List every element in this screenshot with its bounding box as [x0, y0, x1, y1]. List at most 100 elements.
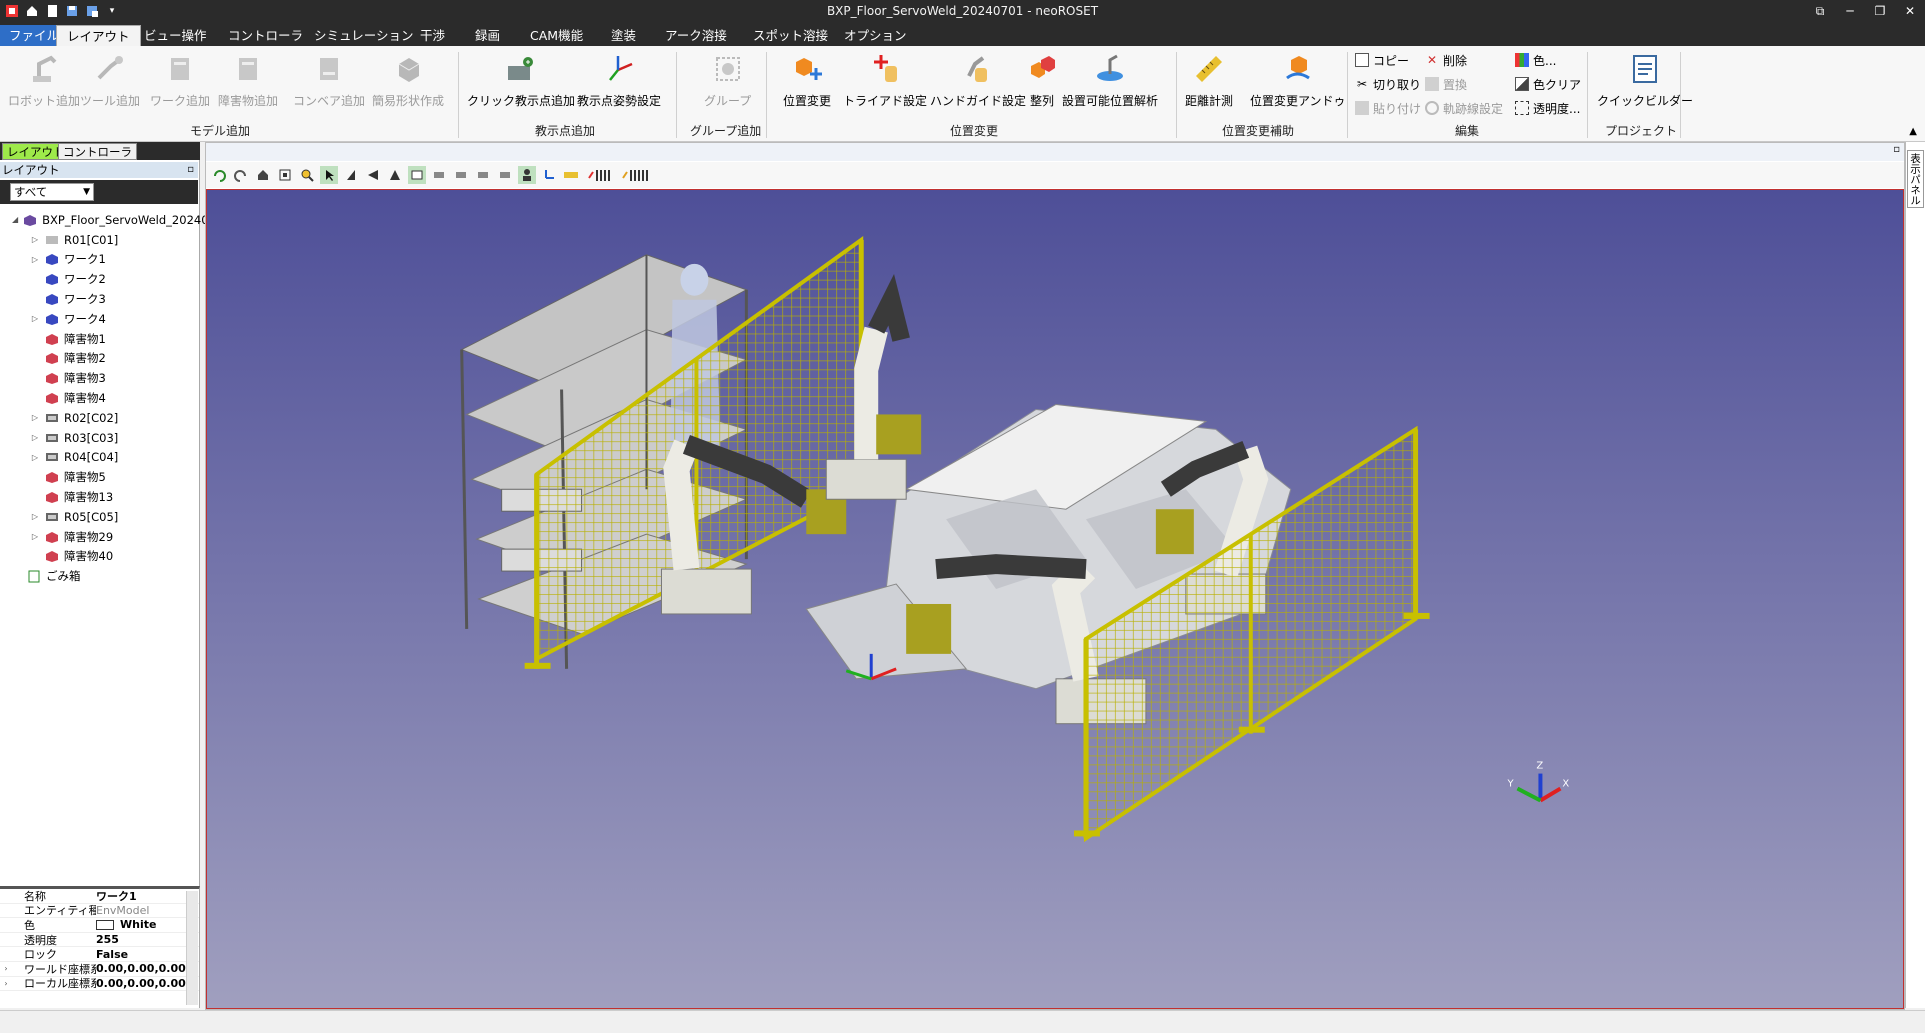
property-row[interactable]: 色 White: [0, 918, 199, 933]
cut-button[interactable]: ✂ 切り取り: [1355, 74, 1421, 94]
display-panel-tab[interactable]: 表示パネル: [1907, 150, 1924, 208]
tree-item[interactable]: ◢ BXP_Floor_ServoWeld_20240: [0, 210, 209, 230]
trajectory-line-button[interactable]: 軌跡線設定: [1425, 98, 1503, 118]
expand-arrow-icon[interactable]: ›: [0, 979, 12, 988]
teach-pose-set-button[interactable]: 教示点姿勢設定: [577, 50, 661, 116]
minimize-icon[interactable]: ─: [1835, 0, 1865, 22]
rotate-right-icon[interactable]: [232, 166, 250, 184]
expand-arrow-icon[interactable]: ▷: [30, 433, 40, 442]
position-change-button[interactable]: 位置変更: [783, 50, 831, 116]
maximize-icon[interactable]: ❐: [1865, 0, 1895, 22]
conveyor-add-button[interactable]: コンベア追加: [293, 50, 365, 116]
restore-ribbon-icon[interactable]: ⧉: [1805, 0, 1835, 22]
expand-arrow-icon[interactable]: ▷: [30, 255, 40, 264]
triad-setting-button[interactable]: トライアド設定: [843, 50, 927, 116]
tab-spot-welding[interactable]: スポット溶接: [743, 25, 838, 46]
property-row[interactable]: エンティティ種別EnvModel: [0, 904, 199, 919]
group-button[interactable]: グループ: [704, 50, 751, 116]
hand-guide-setting-button[interactable]: ハンドガイド設定: [930, 50, 1026, 116]
expand-arrow-icon[interactable]: ▷: [30, 453, 40, 462]
work-add-button[interactable]: ワーク追加: [150, 50, 210, 116]
viewport-pin-icon[interactable]: ▫: [1893, 144, 1900, 155]
close-icon[interactable]: ✕: [1895, 0, 1925, 22]
view-mode-1-icon[interactable]: [430, 166, 448, 184]
select-cursor-icon[interactable]: [320, 166, 338, 184]
tab-options[interactable]: オプション: [834, 25, 917, 46]
tree-item[interactable]: 障害物13: [0, 487, 198, 507]
camera-person-icon[interactable]: [518, 166, 536, 184]
view-mode-3-icon[interactable]: [474, 166, 492, 184]
tree-item[interactable]: ▷ R05[C05]: [0, 507, 198, 527]
tree-item[interactable]: 障害物3: [0, 368, 198, 388]
expand-arrow-icon[interactable]: ▷: [30, 512, 40, 521]
obstacle-add-button[interactable]: 障害物追加: [218, 50, 278, 116]
tree-item[interactable]: ▷ R02[C02]: [0, 408, 198, 428]
robot-add-button[interactable]: ロボット追加: [8, 50, 80, 116]
property-row[interactable]: › ワールド座標系 0.00,0.00,0.00,: [0, 962, 199, 977]
tree-item[interactable]: 障害物5: [0, 467, 198, 487]
expand-arrow-icon[interactable]: ◢: [12, 215, 18, 224]
replace-button[interactable]: 置換: [1425, 74, 1467, 94]
tree-item[interactable]: ▷ R03[C03]: [0, 428, 198, 448]
color-clear-button[interactable]: 色クリア: [1515, 74, 1581, 94]
placement-analysis-button[interactable]: 設置可能位置解析: [1062, 50, 1158, 116]
tab-arc-welding[interactable]: アーク溶接: [655, 25, 737, 46]
signal-bars-icon[interactable]: [584, 166, 614, 184]
property-scrollbar[interactable]: [186, 891, 198, 1005]
fit-all-icon[interactable]: [276, 166, 294, 184]
panel-tab-controller[interactable]: コントローラ: [58, 143, 137, 160]
tree-item[interactable]: ごみ箱: [0, 566, 198, 586]
delete-button[interactable]: ✕ 削除: [1425, 50, 1467, 70]
axis-display-icon[interactable]: [540, 166, 558, 184]
tree-item[interactable]: ▷ ワーク1: [0, 250, 198, 270]
tree-item[interactable]: ▷ 障害物29: [0, 527, 198, 547]
tab-interference[interactable]: 干渉: [410, 25, 455, 46]
paste-button[interactable]: 貼り付け: [1355, 98, 1421, 118]
property-row[interactable]: 名称 ワーク1: [0, 889, 199, 904]
expand-arrow-icon[interactable]: ▷: [30, 532, 40, 541]
collapse-ribbon-icon[interactable]: ▲: [1909, 126, 1917, 137]
simple-shape-button[interactable]: 簡易形状作成: [372, 50, 444, 116]
expand-arrow-icon[interactable]: ▷: [30, 314, 40, 323]
tab-controller[interactable]: コントローラ: [218, 25, 313, 46]
pin-icon[interactable]: ▫: [187, 162, 194, 178]
property-row[interactable]: 透明度 255: [0, 933, 199, 948]
tab-layout[interactable]: レイアウト: [56, 25, 141, 46]
tree-item[interactable]: 障害物1: [0, 329, 198, 349]
tree-item[interactable]: ワーク2: [0, 269, 198, 289]
view-mode-2-icon[interactable]: [452, 166, 470, 184]
tab-painting[interactable]: 塗装: [601, 25, 646, 46]
ruler-display-icon[interactable]: [562, 166, 580, 184]
rotate-left-icon[interactable]: [210, 166, 228, 184]
property-row[interactable]: ロック False: [0, 947, 199, 962]
color-button[interactable]: 色...: [1515, 50, 1556, 70]
view-mode-4-icon[interactable]: [496, 166, 514, 184]
view-top-icon[interactable]: [386, 166, 404, 184]
expand-arrow-icon[interactable]: ›: [0, 964, 12, 973]
zoom-icon[interactable]: [298, 166, 316, 184]
expand-arrow-icon[interactable]: ▷: [30, 235, 40, 244]
expand-arrow-icon[interactable]: ▷: [30, 413, 40, 422]
signal-bars-2-icon[interactable]: [618, 166, 652, 184]
tab-recording[interactable]: 録画: [465, 25, 510, 46]
copy-button[interactable]: コピー: [1355, 50, 1409, 70]
tab-cam[interactable]: CAM機能: [520, 25, 593, 46]
tab-simulation[interactable]: シミュレーション: [304, 25, 424, 46]
quick-builder-button[interactable]: クイックビルダー: [1597, 50, 1693, 116]
tree-item[interactable]: 障害物40: [0, 547, 198, 567]
property-row[interactable]: › ローカル座標系 0.00,0.00,0.00,: [0, 977, 199, 992]
click-teach-add-button[interactable]: クリック教示点追加: [467, 50, 575, 116]
view-front-icon[interactable]: [342, 166, 360, 184]
3d-scene[interactable]: Z X Y: [206, 189, 1904, 1009]
home-view-icon[interactable]: [254, 166, 272, 184]
distance-measure-button[interactable]: 距離計測: [1185, 50, 1233, 116]
transparency-button[interactable]: 透明度...: [1515, 98, 1580, 118]
filter-select[interactable]: すべて ▼: [10, 183, 94, 201]
tree-item[interactable]: 障害物4: [0, 388, 198, 408]
tree-item[interactable]: 障害物2: [0, 349, 198, 369]
view-side-icon[interactable]: [364, 166, 382, 184]
view-iso-icon[interactable]: [408, 166, 426, 184]
position-undo-button[interactable]: 位置変更アンドゥ: [1250, 50, 1346, 116]
tree-item[interactable]: ▷ R01[C01]: [0, 230, 198, 250]
align-button[interactable]: 整列: [1025, 50, 1059, 116]
